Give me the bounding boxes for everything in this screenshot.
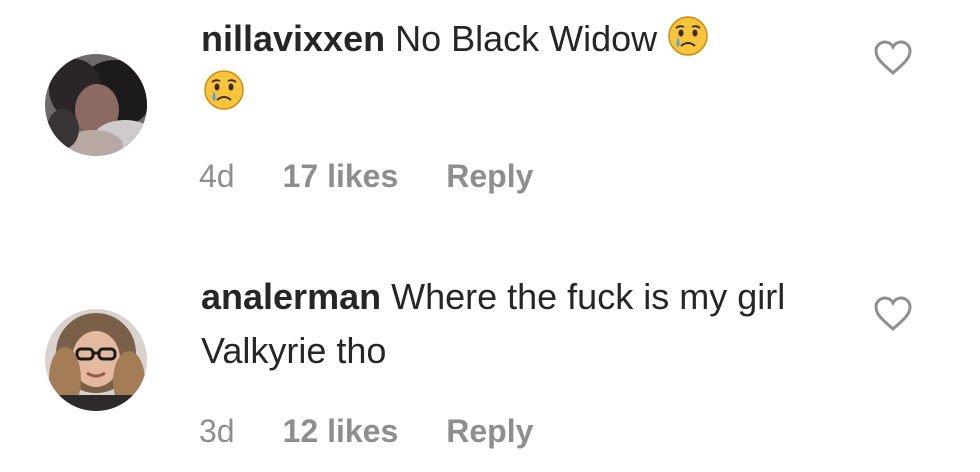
reply-button[interactable]: Reply — [446, 158, 533, 195]
comment-item: analerman Where the fuck is my girl Valk… — [0, 250, 980, 472]
comment-username[interactable]: nillavixxen — [201, 18, 385, 59]
crying-face-emoji-icon — [203, 69, 245, 111]
comment-likes[interactable]: 17 likes — [283, 158, 399, 195]
comment-body: No Black Widow — [385, 18, 668, 59]
crying-face-emoji-icon — [667, 15, 709, 57]
comment-username[interactable]: analerman — [201, 276, 381, 317]
comment-age[interactable]: 3d — [199, 413, 235, 450]
heart-icon[interactable] — [874, 296, 912, 332]
avatar[interactable] — [45, 54, 147, 156]
reply-button[interactable]: Reply — [446, 413, 533, 450]
heart-icon[interactable] — [874, 40, 912, 76]
avatar[interactable] — [45, 309, 147, 411]
comment-text: analerman Where the fuck is my girl Valk… — [201, 270, 821, 378]
comment-age[interactable]: 4d — [199, 158, 235, 195]
comment-meta: 3d 12 likes Reply — [199, 413, 533, 450]
comment-text: nillavixxen No Black Widow — [201, 12, 801, 120]
comment-meta: 4d 17 likes Reply — [199, 158, 533, 195]
comment-item: nillavixxen No Black Widow 4d 17 likes R… — [0, 0, 980, 230]
comment-likes[interactable]: 12 likes — [283, 413, 399, 450]
